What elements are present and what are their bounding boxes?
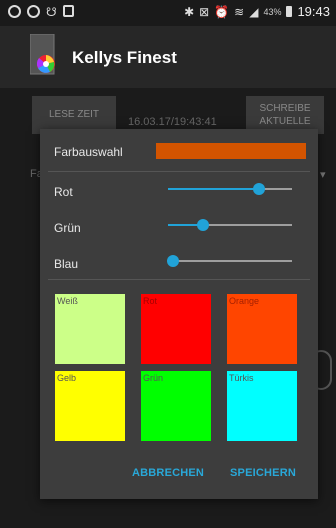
- whatsapp-icon: [27, 5, 40, 18]
- slider-blue[interactable]: [166, 253, 292, 269]
- swatch-red[interactable]: Rot: [141, 294, 211, 364]
- slider-green[interactable]: [168, 217, 292, 233]
- swatch-green[interactable]: Grün: [141, 371, 211, 441]
- dropdown-arrow-icon: ▾: [320, 169, 326, 181]
- swatch-turquoise[interactable]: Türkis: [227, 371, 297, 441]
- preview-label: Farbauswahl: [54, 145, 123, 159]
- alarm-icon: ⏰: [214, 4, 230, 19]
- notification-icon: [8, 5, 21, 18]
- datetime-text: 16.03.17/19:43:41: [128, 116, 217, 128]
- nfc-icon: ⊠: [199, 4, 210, 19]
- wifi-icon: ≋: [234, 4, 245, 19]
- swatch-white[interactable]: Weiß: [55, 294, 125, 364]
- slider-thumb[interactable]: [196, 219, 209, 231]
- write-button-line1: SCHREIBE: [259, 103, 311, 114]
- status-bar-system: ✱ ⊠ ⏰ ≋ ◢ 43% 19:43: [184, 4, 330, 19]
- shield-icon: [62, 5, 74, 17]
- slider-label-red: Rot: [54, 185, 73, 199]
- status-bar-notifications: ☋: [8, 5, 74, 19]
- color-preview: [156, 143, 306, 159]
- app-title: Kellys Finest: [72, 48, 177, 67]
- slider-label-green: Grün: [54, 221, 81, 235]
- slider-thumb[interactable]: [166, 255, 179, 267]
- battery-percent: 43%: [263, 6, 282, 17]
- save-button[interactable]: SPEICHERN: [230, 467, 296, 479]
- app-bar: Kellys Finest: [0, 26, 336, 88]
- slider-fill: [168, 188, 259, 190]
- swatch-yellow[interactable]: Gelb: [55, 371, 125, 441]
- bluetooth-icon: ✱: [184, 4, 195, 19]
- clock: 19:43: [297, 4, 330, 19]
- slider-red[interactable]: [168, 181, 292, 197]
- slider-label-blue: Blau: [54, 257, 79, 271]
- divider: [48, 171, 310, 172]
- cancel-button[interactable]: ABBRECHEN: [132, 467, 204, 479]
- color-wheel-icon: [30, 34, 55, 75]
- status-bar: ☋ ✱ ⊠ ⏰ ≋ ◢ 43% 19:43: [0, 0, 336, 26]
- color-picker-dialog: Farbauswahl Rot Grün Blau Weiß Rot Orang…: [40, 129, 318, 499]
- battery-icon: [286, 6, 293, 17]
- usb-icon: ☋: [46, 5, 57, 19]
- slider-thumb[interactable]: [252, 183, 265, 195]
- divider: [48, 279, 310, 280]
- swatch-orange[interactable]: Orange: [227, 294, 297, 364]
- slider-track: [168, 260, 292, 262]
- signal-icon: ◢: [249, 4, 259, 19]
- write-button-line2: AKTUELLE: [259, 116, 311, 127]
